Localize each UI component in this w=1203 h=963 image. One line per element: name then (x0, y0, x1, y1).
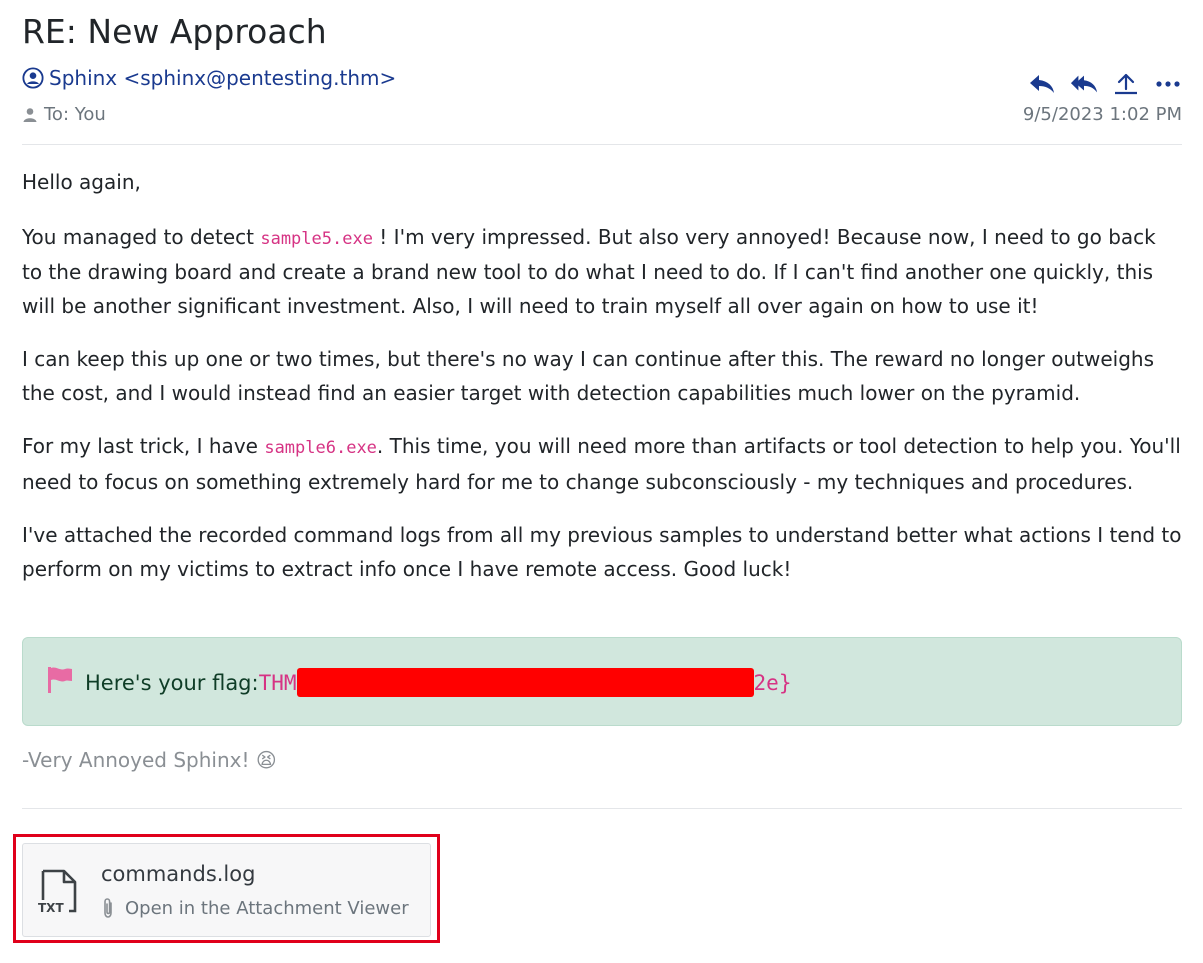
more-icon (1156, 81, 1180, 87)
flag-alert: Here's your flag: THM 2e} (22, 637, 1182, 726)
reply-icon (1030, 75, 1054, 93)
attachment-filename: commands.log (101, 862, 256, 886)
reply-all-icon (1070, 75, 1098, 93)
sender-name: Sphinx <sphinx@pentesting.thm> (49, 66, 397, 90)
text-span: You managed to detect (22, 224, 261, 249)
body-paragraph: You managed to detect sample5.exe ! I'm … (22, 221, 1182, 324)
body-paragraph: For my last trick, I have sample6.exe. T… (22, 430, 1182, 499)
share-button[interactable] (1112, 70, 1140, 98)
body-divider (22, 808, 1182, 809)
reply-button[interactable] (1028, 70, 1056, 98)
header-divider (22, 144, 1182, 145)
flag-suffix: 2e} (753, 670, 792, 695)
txt-file-icon: TXT (38, 869, 77, 915)
message-actions (1028, 70, 1182, 98)
flag-redaction (296, 668, 754, 697)
file-type-label: TXT (38, 901, 64, 915)
paperclip-icon (104, 898, 112, 918)
inline-code: sample6.exe (264, 438, 377, 458)
text-span: For my last trick, I have (22, 434, 265, 458)
share-icon (1115, 73, 1137, 95)
greeting: Hello again, (22, 170, 141, 194)
attachment-card[interactable]: TXT commands.log Open in the Attachment … (22, 843, 431, 937)
person-icon (23, 107, 37, 122)
flag-label: Here's your flag: (85, 670, 259, 695)
more-button[interactable] (1154, 70, 1182, 98)
email-date: 9/5/2023 1:02 PM (1022, 104, 1182, 125)
body-paragraph: I've attached the recorded command logs … (22, 523, 1182, 581)
flag-line: Here's your flag: THM 2e} (85, 668, 791, 697)
email-subject: RE: New Approach (22, 12, 327, 51)
body-paragraph: I can keep this up one or two times, but… (22, 347, 1154, 405)
flag-icon (48, 667, 72, 693)
open-attachment-link[interactable]: Open in the Attachment Viewer (101, 897, 409, 919)
open-attachment-label: Open in the Attachment Viewer (125, 897, 409, 919)
recipient-label: To: You (44, 104, 106, 125)
reply-all-button[interactable] (1070, 70, 1098, 98)
signature: -Very Annoyed Sphinx! 😫 (22, 748, 277, 772)
email-body: Hello again, You managed to detect sampl… (22, 166, 1182, 606)
user-circle-icon (22, 67, 44, 89)
recipient-line: To: You (22, 104, 106, 125)
flag-prefix: THM (258, 670, 297, 695)
sender-link[interactable]: Sphinx <sphinx@pentesting.thm> (22, 66, 396, 90)
inline-code: sample5.exe (260, 228, 373, 249)
